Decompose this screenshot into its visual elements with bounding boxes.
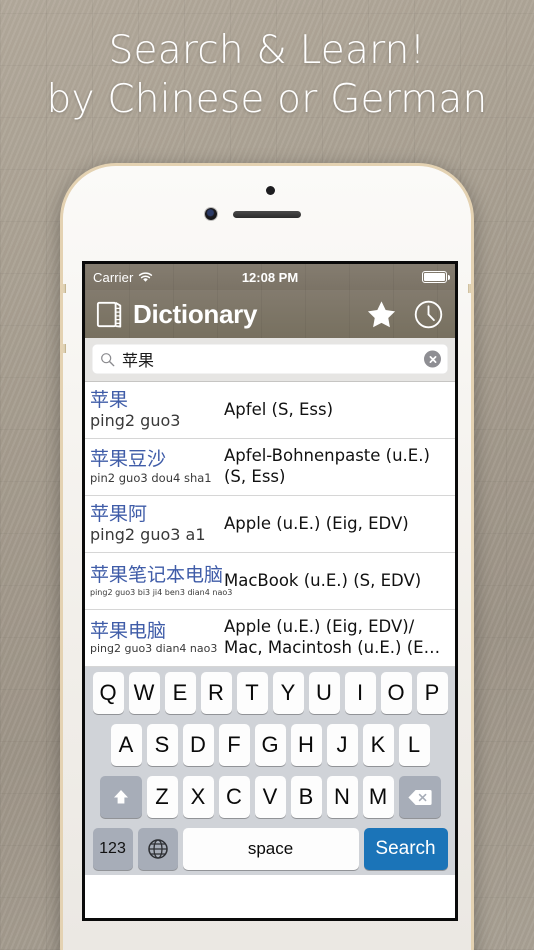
space-key[interactable]: space [182,828,359,870]
entry-pinyin: ping2 guo3 [90,410,181,430]
key-w[interactable]: W [128,672,160,714]
keyboard-row-2: A S D F G H J K L [87,724,453,766]
key-d[interactable]: D [182,724,214,766]
numbers-key[interactable]: 123 [92,828,133,870]
key-r[interactable]: R [200,672,232,714]
table-row[interactable]: 苹果笔记本电脑 ping2 guo3 bi3 ji4 ben3 dian4 na… [85,553,455,610]
keyboard-row-4: 123 space Search [87,828,453,870]
key-s[interactable]: S [146,724,178,766]
keyboard-row-3: Z X C V B N M [87,776,453,818]
entry-hanzi: 苹果笔记本电脑 [90,564,224,587]
key-h[interactable]: H [290,724,322,766]
key-y[interactable]: Y [272,672,304,714]
key-m[interactable]: M [362,776,394,818]
key-g[interactable]: G [254,724,286,766]
key-f[interactable]: F [218,724,250,766]
on-screen-keyboard: Q W E R T Y U I O P A S D F G H J K L Z … [85,667,455,875]
entry-translation: Apfel (S, Ess) [224,399,334,419]
side-band [468,284,471,293]
key-a[interactable]: A [110,724,142,766]
entry-translation: Apple (u.E.) (Eig, EDV) [224,513,409,533]
entry-translation: Apfel-Bohnenpaste (u.E.) (S, Ess) [224,446,430,486]
search-results-list: 苹果 ping2 guo3 Apfel (S, Ess) 苹果豆沙 pin2 g… [85,382,455,667]
side-band [63,344,66,353]
entry-hanzi: 苹果电脑 [90,619,167,642]
key-q[interactable]: Q [92,672,124,714]
clock-icon[interactable] [413,299,444,330]
key-j[interactable]: J [326,724,358,766]
entry-hanzi: 苹果阿 [90,502,148,525]
key-u[interactable]: U [308,672,340,714]
search-icon [101,352,115,366]
iphone-device-frame: Carrier 12:08 PM Dictionary 苹果 苹果 ping2 … [60,163,474,950]
entry-hanzi: 苹果 [90,388,129,411]
entry-headword: 苹果豆沙 pin2 guo3 dou4 sha1 [87,444,217,490]
promo-headline: Search & Learn! by Chinese or German [0,26,534,124]
entry-headword: 苹果电脑 ping2 guo3 dian4 nao3 [87,615,217,661]
backspace-icon[interactable] [398,776,441,818]
keyboard-row-1: Q W E R T Y U I O P [87,672,453,714]
table-row[interactable]: 苹果阿 ping2 guo3 a1 Apple (u.E.) (Eig, EDV… [85,496,455,553]
device-viewport: Carrier 12:08 PM Dictionary 苹果 苹果 ping2 … [82,261,458,921]
status-bar-left: Carrier [93,270,153,285]
battery-full-icon [422,271,450,283]
promo-screenshot: Search & Learn! by Chinese or German Car… [0,0,534,950]
wifi-icon [139,272,153,282]
entry-pinyin: ping2 guo3 dian4 nao3 [90,641,218,655]
table-row[interactable]: 苹果 ping2 guo3 Apfel (S, Ess) [85,382,455,439]
status-bar: Carrier 12:08 PM [85,264,455,290]
side-band [63,284,66,293]
entry-translation: Apple (u.E.) (Eig, EDV)/ Mac, Macintosh … [224,617,441,657]
page-title: Dictionary [133,298,258,329]
key-o[interactable]: O [380,672,412,714]
promo-headline-line1: Search & Learn! [108,28,426,73]
key-x[interactable]: X [182,776,214,818]
entry-hanzi: 苹果豆沙 [90,448,167,471]
entry-headword: 苹果阿 ping2 guo3 a1 [87,501,217,547]
earpiece-speaker [233,211,301,218]
book-icon [96,301,122,328]
search-key[interactable]: Search [363,828,448,870]
table-row[interactable]: 苹果豆沙 pin2 guo3 dou4 sha1 Apfel-Bohnenpas… [85,439,455,496]
entry-translation: MacBook (u.E.) (S, EDV) [224,570,422,590]
status-bar-right [422,271,450,283]
key-p[interactable]: P [416,672,448,714]
key-v[interactable]: V [254,776,286,818]
search-bar: 苹果 [85,338,455,382]
navigation-bar: Dictionary [85,290,455,338]
promo-headline-line2: by Chinese or German [46,77,488,122]
entry-headword: 苹果 ping2 guo3 [87,387,217,433]
clear-circle-icon[interactable] [424,350,441,368]
entry-pinyin: ping2 guo3 bi3 ji4 ben3 dian4 nao3 [90,587,233,597]
key-b[interactable]: B [290,776,322,818]
proximity-sensor-icon [266,186,275,195]
shift-icon[interactable] [99,776,142,818]
entry-headword: 苹果笔记本电脑 ping2 guo3 bi3 ji4 ben3 dian4 na… [87,558,233,604]
carrier-label: Carrier [93,269,134,285]
front-camera-icon [205,208,217,220]
key-z[interactable]: Z [146,776,178,818]
key-t[interactable]: T [236,672,268,714]
key-e[interactable]: E [164,672,196,714]
key-n[interactable]: N [326,776,358,818]
entry-pinyin: pin2 guo3 dou4 sha1 [90,470,212,485]
entry-pinyin: ping2 guo3 a1 [90,524,206,544]
search-input-value: 苹果 [122,351,155,370]
star-icon[interactable] [366,299,397,330]
key-c[interactable]: C [218,776,250,818]
key-i[interactable]: I [344,672,376,714]
table-row[interactable]: 苹果电脑 ping2 guo3 dian4 nao3 Apple (u.E.) … [85,610,455,667]
key-l[interactable]: L [398,724,430,766]
key-k[interactable]: K [362,724,394,766]
search-input[interactable]: 苹果 [92,344,448,374]
globe-icon[interactable] [137,828,178,870]
iphone-bezel: Carrier 12:08 PM Dictionary 苹果 苹果 ping2 … [63,166,471,950]
navigation-bar-actions [366,299,444,330]
